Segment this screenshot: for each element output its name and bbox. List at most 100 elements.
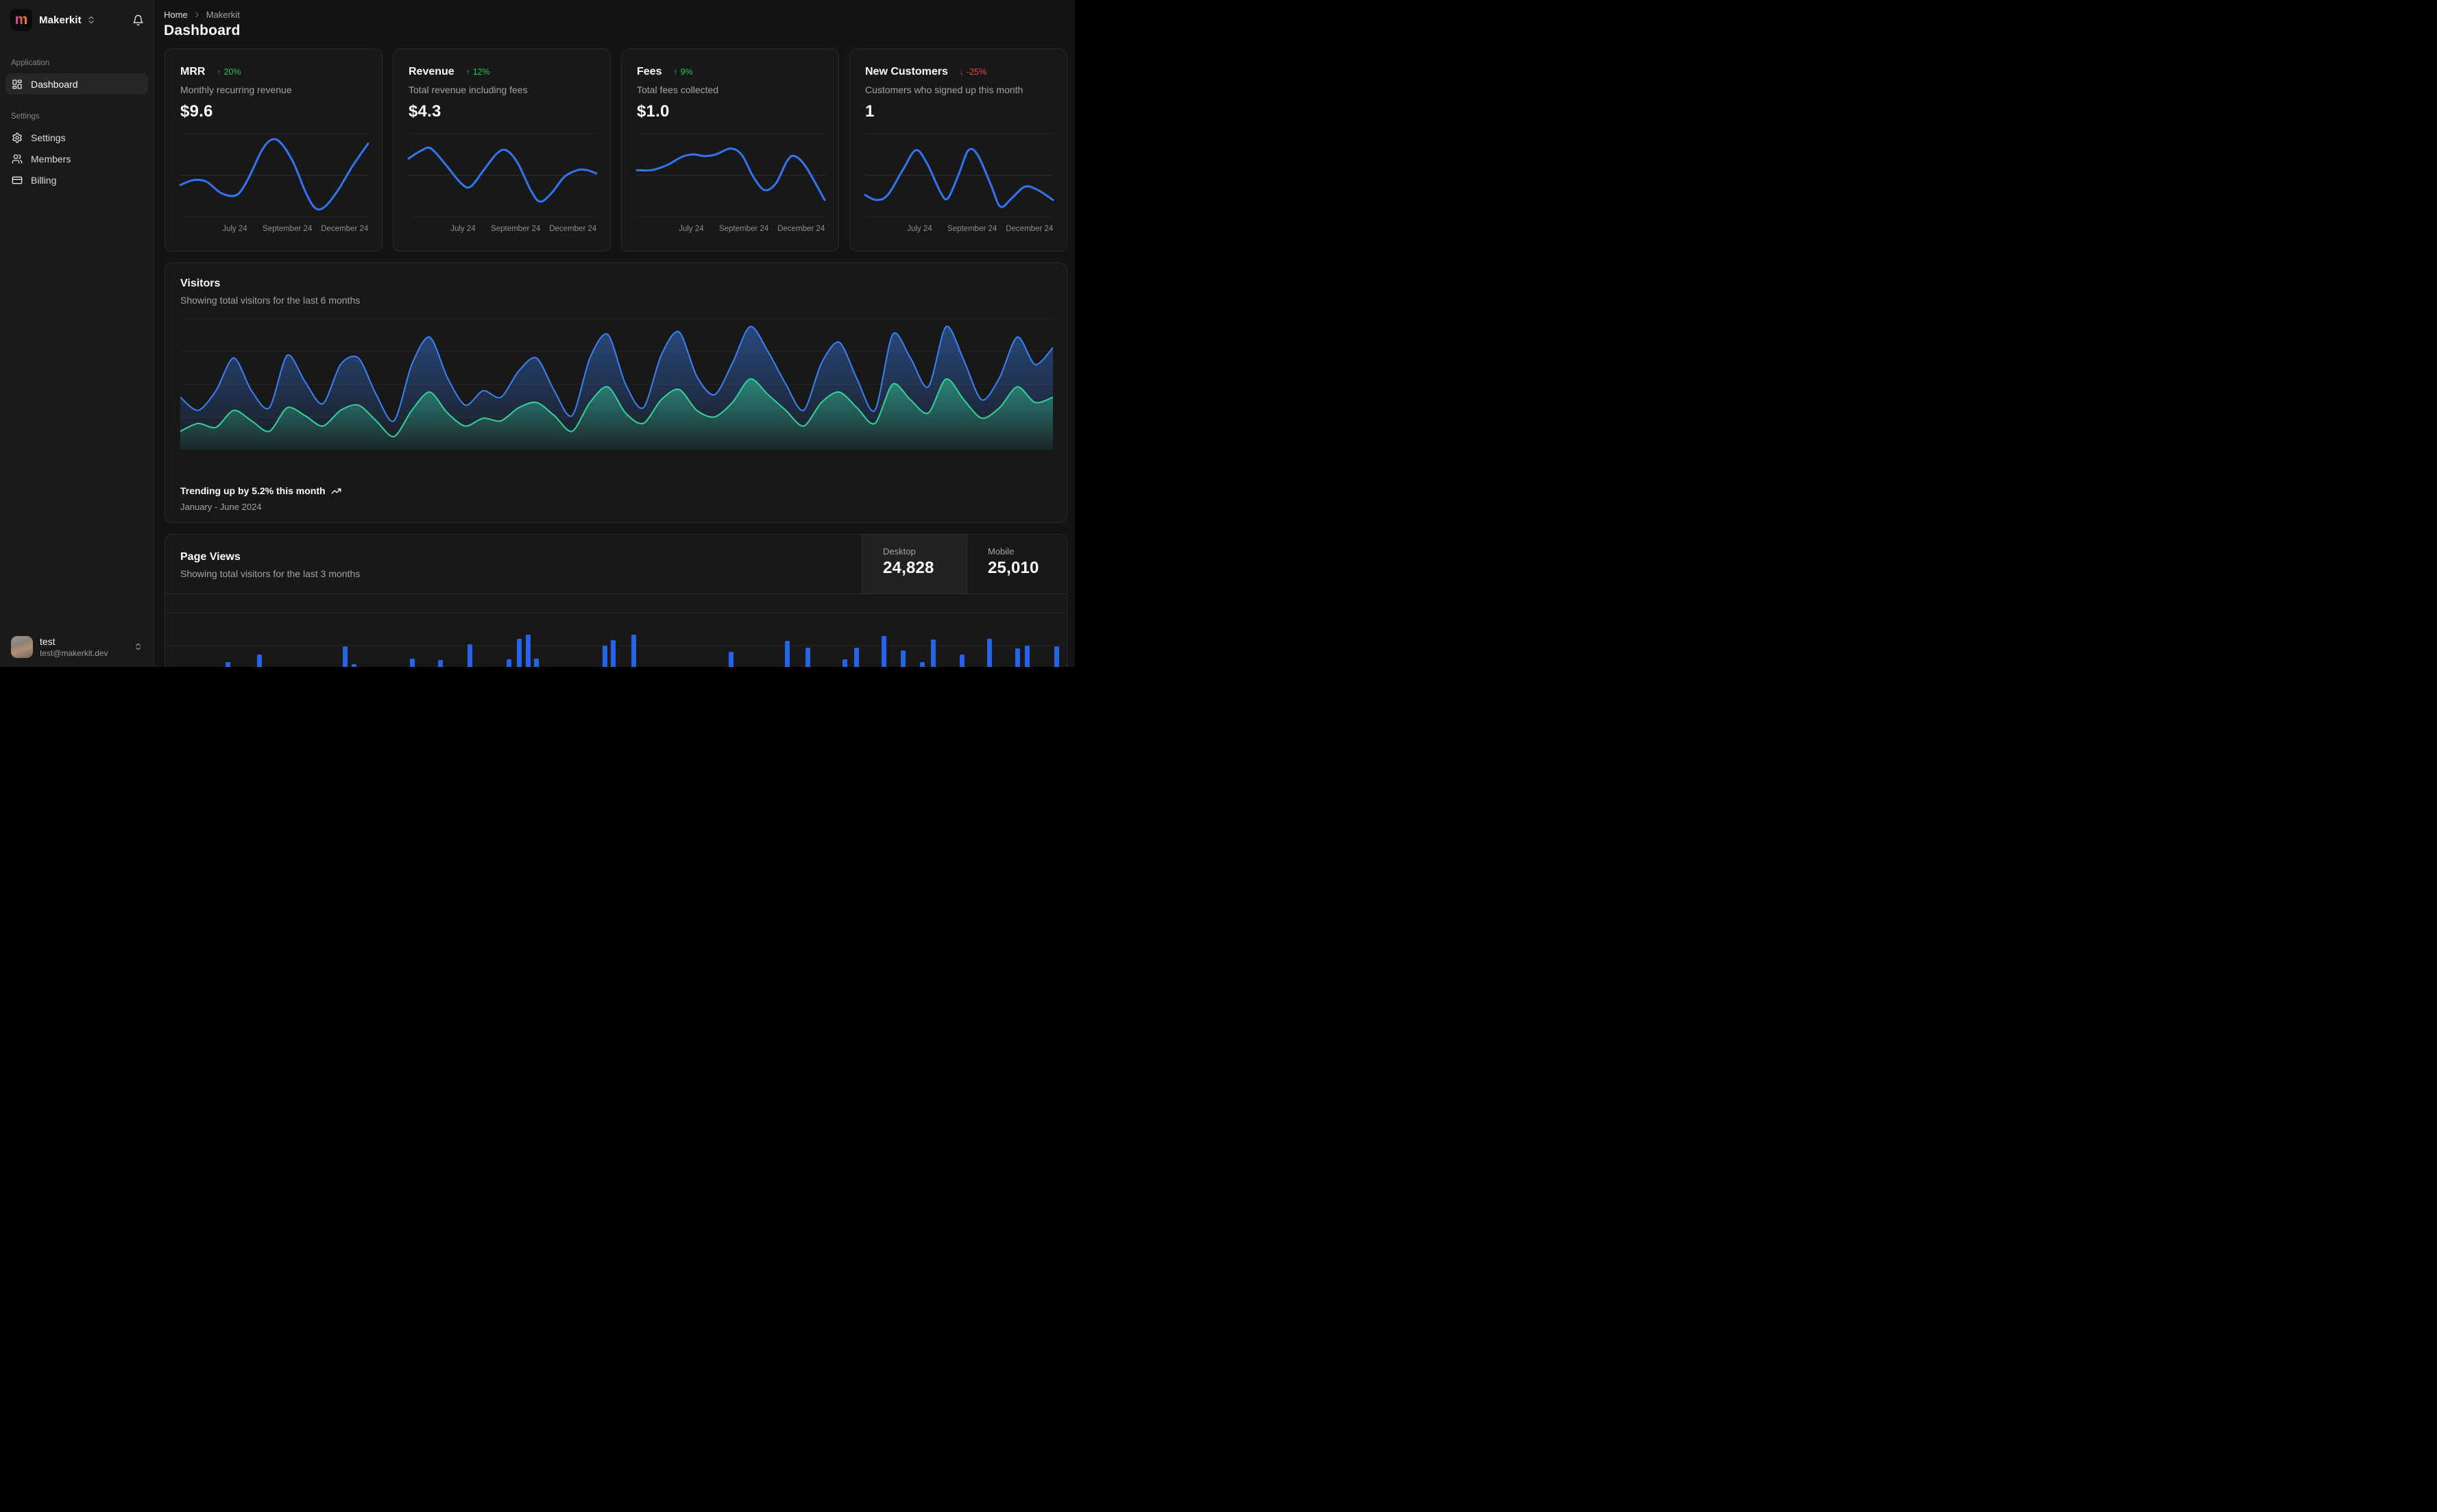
page-views-subtitle: Showing total visitors for the last 3 mo…	[180, 568, 361, 579]
page-views-bar	[526, 635, 531, 667]
page-views-bar	[410, 659, 415, 667]
page-views-bar-chart	[165, 594, 1068, 667]
chevrons-up-down-icon[interactable]	[86, 15, 96, 25]
sidebar-item-dashboard[interactable]: Dashboard	[5, 73, 148, 95]
sidebar-item-label: Settings	[31, 132, 66, 143]
x-axis-label: September 24	[263, 225, 313, 233]
stat-card-new-customers: New Customers ↓ -25% Customers who signed…	[849, 49, 1067, 252]
chevron-right-icon	[193, 10, 202, 19]
page-views-bar	[842, 659, 847, 667]
x-axis-label: July 24	[907, 225, 932, 233]
sidebar: m Makerkit Application Dashboard Setting…	[0, 0, 154, 667]
stat-value: 1	[865, 102, 875, 121]
trending-up-icon	[331, 486, 341, 496]
page-views-bar	[257, 655, 262, 667]
trend-up-icon: ↑	[217, 67, 221, 77]
toggle-label: Desktop	[883, 546, 916, 557]
page-views-bar	[534, 659, 539, 667]
trend-up-icon: ↑	[465, 67, 470, 77]
trend-value: 9%	[680, 67, 693, 77]
trend-down-icon: ↓	[959, 67, 964, 77]
page-views-bar	[987, 639, 992, 667]
breadcrumb-home-link[interactable]: Home	[164, 10, 188, 20]
x-axis-label: December 24	[1006, 225, 1054, 233]
trend-badge: ↑ 9%	[673, 67, 692, 77]
stat-cards-row: MRR ↑ 20% Monthly recurring revenue $9.6 …	[165, 49, 1067, 252]
stat-description: Monthly recurring revenue	[180, 84, 292, 95]
x-axis-label: September 24	[719, 225, 769, 233]
x-axis-label: December 24	[549, 225, 597, 233]
dashboard-app: m Makerkit Application Dashboard Setting…	[0, 0, 1075, 667]
trend-value: 12%	[472, 67, 490, 77]
stat-card-fees: Fees ↑ 9% Total fees collected $1.0 July …	[621, 49, 839, 252]
page-views-bar	[468, 644, 472, 667]
stat-description: Customers who signed up this month	[865, 84, 1023, 95]
page-views-bar	[1054, 646, 1059, 667]
page-views-bar	[785, 641, 790, 667]
page-views-bar	[1015, 648, 1020, 667]
revenue-sparkline-chart	[407, 133, 598, 217]
trend-value: -25%	[966, 67, 987, 77]
toggle-mobile[interactable]: Mobile 25,010	[967, 535, 1067, 594]
toggle-desktop[interactable]: Desktop 24,828	[862, 535, 967, 594]
dashboard-grid-icon	[12, 79, 23, 90]
trend-value: 20%	[223, 67, 241, 77]
nav-section-settings: Settings	[11, 112, 40, 121]
page-views-bar	[507, 659, 511, 667]
x-axis-label: July 24	[450, 225, 476, 233]
page-views-bar	[517, 639, 522, 667]
sidebar-item-billing[interactable]: Billing	[5, 169, 148, 191]
users-icon	[12, 154, 23, 164]
stat-description: Total fees collected	[637, 84, 719, 95]
trend-badge: ↓ -25%	[960, 67, 986, 77]
page-views-bar	[960, 655, 965, 667]
sidebar-item-members[interactable]: Members	[5, 148, 148, 169]
toggle-label: Mobile	[988, 546, 1015, 557]
x-axis-labels: July 24 September 24 December 24	[865, 225, 1053, 236]
makerkit-logo-letter: m	[14, 11, 28, 27]
x-axis-label: December 24	[321, 225, 369, 233]
mrr-sparkline-chart	[179, 133, 369, 217]
visitors-panel: Visitors Showing total visitors for the …	[165, 263, 1067, 523]
page-views-bar	[631, 635, 636, 667]
page-title: Dashboard	[164, 23, 241, 38]
page-views-bar	[352, 664, 356, 667]
user-name: test	[40, 635, 56, 647]
sidebar-item-settings[interactable]: Settings	[5, 127, 148, 148]
device-toggles: Desktop 24,828 Mobile 25,010	[862, 535, 1067, 594]
stat-title: Fees	[637, 66, 662, 77]
x-axis-label: December 24	[777, 225, 825, 233]
user-menu[interactable]: test test@makerkit.dev	[0, 627, 154, 667]
nav-section-application: Application	[11, 59, 50, 67]
stat-card-mrr: MRR ↑ 20% Monthly recurring revenue $9.6 …	[165, 49, 383, 252]
makerkit-logo: m	[10, 9, 32, 31]
user-email: test@makerkit.dev	[40, 648, 108, 658]
sidebar-item-label: Members	[31, 153, 71, 164]
page-views-bar	[805, 648, 810, 667]
page-views-bar	[882, 636, 886, 667]
gear-icon	[12, 132, 23, 143]
workspace-name: Makerkit	[39, 14, 82, 26]
workspace-switcher[interactable]: m Makerkit	[0, 0, 154, 40]
page-views-bar	[1025, 646, 1030, 667]
page-views-bar	[343, 646, 348, 667]
stat-card-revenue: Revenue ↑ 12% Total revenue including fee…	[393, 49, 611, 252]
visitors-date-range: January - June 2024	[180, 502, 262, 512]
visitors-subtitle: Showing total visitors for the last 6 mo…	[180, 295, 361, 306]
chevrons-up-down-icon[interactable]	[134, 642, 143, 651]
new-customers-sparkline-chart	[864, 133, 1054, 217]
visitors-title: Visitors	[180, 278, 221, 289]
sidebar-nav: Application Dashboard Settings Settings …	[0, 40, 154, 191]
trend-badge: ↑ 20%	[217, 67, 241, 77]
credit-card-icon	[12, 175, 23, 186]
stat-description: Total revenue including fees	[409, 84, 528, 95]
visitors-trend-text: Trending up by 5.2% this month	[180, 485, 326, 496]
x-axis-labels: July 24 September 24 December 24	[637, 225, 825, 236]
x-axis-label: July 24	[222, 225, 247, 233]
page-views-bar	[226, 662, 230, 667]
page-views-bar	[438, 660, 443, 667]
trend-up-icon: ↑	[673, 67, 678, 77]
sidebar-item-label: Billing	[31, 174, 57, 186]
page-views-bar	[854, 648, 859, 667]
notifications-bell-icon[interactable]	[132, 14, 144, 26]
